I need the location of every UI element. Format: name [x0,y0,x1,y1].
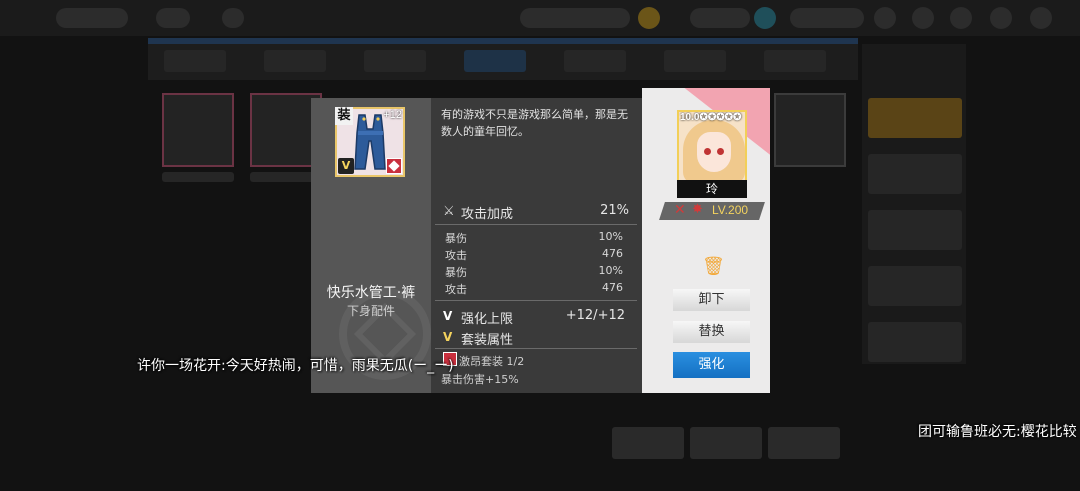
sub-stat-label: 攻击 [445,283,467,296]
divider [435,224,637,225]
item-icon[interactable]: 装 +12 V [335,107,405,177]
set-name: 激昂套装 1/2 [459,355,525,368]
category-tab [764,50,826,72]
grade-badge: V [338,158,354,174]
bottom-button [768,427,840,459]
character-level: LV.200 [712,203,749,217]
divider [435,300,637,301]
set-v-icon: V [443,330,453,344]
sub-stat-value: 10% [598,230,623,243]
sub-stat-row: 攻击 476 [443,245,623,262]
sub-stat-row: 暴伤 10% [443,228,623,245]
item-name: 快乐水管工·裤 [326,285,416,301]
right-list-item [868,210,962,250]
grade-v-icon: V [443,309,453,323]
sub-stat-value: 10% [598,264,623,277]
top-bar-logo [56,8,128,28]
enhance-limit-label: 强化上限 [461,312,514,327]
equipped-badge: 装 [335,107,353,125]
currency-bar-2 [690,8,750,28]
category-tab-bar [148,44,858,80]
set-attribute-label: 套装属性 [461,333,514,348]
sub-stat-label: 暴伤 [445,266,467,279]
main-stat-row: ⚔ 攻击加成 21% [441,202,633,222]
menu-icon-2 [912,7,934,29]
bottom-button [612,427,684,459]
divider [435,348,637,349]
trash-icon[interactable]: 🗑 [702,256,725,277]
enhance-limit-value: +12/+12 [565,308,625,323]
character-portrait[interactable]: 10.0✪✪✪✪✪ [677,110,747,182]
character-panel: 10.0✪✪✪✪✪ 玲 ✕ ✸ LV.200 🗑 卸下 替换 强化 [642,88,770,393]
right-list-item [868,154,962,194]
unequip-button[interactable]: 卸下 [673,289,750,311]
item-description: 有的游戏不只是游戏那么简单，那是无数人的童年回忆。 [441,108,628,138]
danmaku-comment: 团可输鲁班必无:樱花比较 [918,424,1077,440]
enhance-level-badge: +12 [383,109,402,121]
sub-stat-row: 暴伤 10% [443,262,623,279]
currency-bar-1 [520,8,630,28]
main-stat-label: 攻击加成 [461,207,514,222]
top-bar [0,0,1080,36]
enhance-button[interactable]: 强化 [673,352,750,378]
currency-bar-3 [790,8,864,28]
sub-stat-label: 暴伤 [445,232,467,245]
item-summary-panel: 装 +12 V 快乐水管工·裤 下身配件 [311,98,431,393]
item-stats-panel: 有的游戏不只是游戏那么简单，那是无数人的童年回忆。 ⚔ 攻击加成 21% 暴伤 … [431,98,642,393]
right-list-item [868,98,962,138]
inventory-card-label [162,172,234,182]
category-tab [664,50,726,72]
category-tab [164,50,226,72]
category-tab [364,50,426,72]
category-tab-active [464,50,526,72]
item-type: 下身配件 [346,304,395,318]
bottom-button [690,427,762,459]
inventory-card [162,93,234,167]
sub-stat-row: 攻击 476 [443,279,623,296]
portrait-eye [717,148,724,155]
sub-stat-value: 476 [602,281,623,294]
portrait-face [697,132,731,172]
top-bar-icon [222,8,244,28]
enhance-limit-row: V 强化上限 +12/+12 [443,308,625,327]
crossed-swords-icon: ✕ [674,202,686,218]
sub-stats-list: 暴伤 10% 攻击 476 暴伤 10% 攻击 476 [443,228,623,296]
portrait-eye [704,148,711,155]
menu-icon-3 [950,7,972,29]
coin-icon [638,7,660,29]
category-tab [564,50,626,72]
right-list-item [868,322,962,362]
category-tab [264,50,326,72]
danmaku-comment: 许你一场花开:今天好热闹，可惜，雨果无瓜(ー_ー) [137,358,454,374]
sub-stat-label: 攻击 [445,249,467,262]
top-bar-button [156,8,190,28]
character-name: 玲 [677,180,747,198]
menu-icon-4 [990,7,1012,29]
right-list-item [868,266,962,306]
menu-icon-1 [874,7,896,29]
set-icon [386,158,402,174]
menu-icon-5 [1030,7,1052,29]
replace-button[interactable]: 替换 [673,321,750,343]
sub-stat-value: 476 [602,247,623,260]
gem-icon [754,7,776,29]
right-side-list [862,44,966,364]
sword-icon: ⚔ [443,204,455,219]
main-stat-value: 21% [600,203,629,218]
element-star-icon: ✸ [692,202,703,217]
inventory-card [774,93,846,167]
character-rank-tag: 10.0✪✪✪✪✪ [680,112,742,123]
set-attribute-row: V 套装属性 [443,329,625,348]
